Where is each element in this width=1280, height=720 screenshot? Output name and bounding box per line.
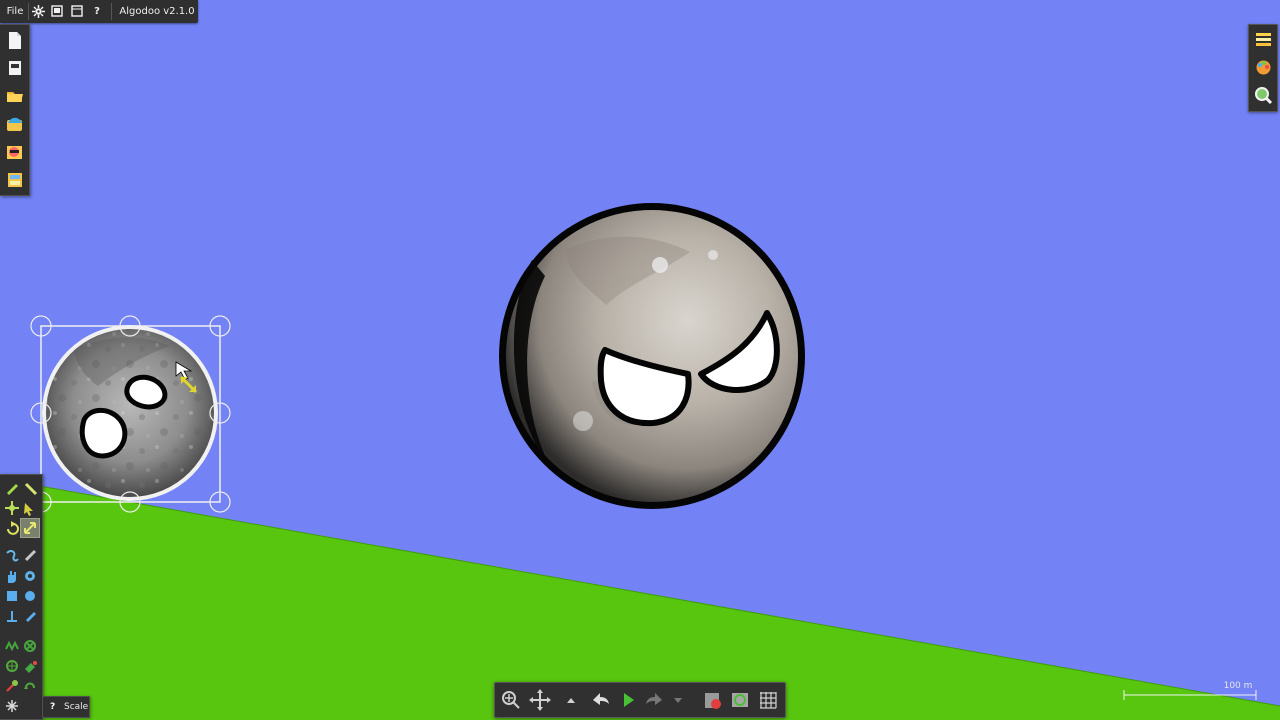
camera-follow-icon[interactable] (728, 688, 752, 712)
simulation-controls (494, 682, 786, 718)
pen-tool-icon[interactable] (21, 607, 39, 625)
scale-label: 100 m (1223, 681, 1253, 691)
up-arrow-icon[interactable] (565, 688, 577, 712)
drag-tool-icon[interactable] (21, 499, 39, 517)
thruster-tool-icon[interactable] (21, 657, 39, 675)
load-phunlet-icon[interactable] (3, 112, 26, 135)
redo-icon[interactable] (643, 688, 667, 712)
spring-tool-icon[interactable] (3, 637, 21, 655)
fixate-tool-icon[interactable] (21, 637, 39, 655)
scene-library-icon[interactable] (3, 168, 26, 191)
simulation-canvas[interactable] (0, 0, 1280, 720)
left-file-toolbar (0, 24, 30, 196)
app-title: Algodoo v2.1.0 (119, 6, 195, 17)
circle-tool-icon[interactable] (21, 587, 39, 605)
settings-icon[interactable] (31, 0, 45, 23)
hand-tool-icon[interactable] (3, 567, 21, 585)
axle-tool-icon[interactable] (3, 657, 21, 675)
pan-icon[interactable] (528, 688, 552, 712)
gear-tool-icon[interactable] (21, 567, 39, 585)
window-icon[interactable] (50, 0, 64, 23)
rotate-tool-icon[interactable] (3, 519, 21, 537)
tool-palette (0, 474, 43, 720)
algodoo-window: File ? Algodoo v2.1.0 ? Scale 100 m (0, 0, 1280, 720)
right-options-toolbar (1248, 24, 1278, 112)
file-menu[interactable]: File (3, 0, 27, 23)
small-moonball-selected[interactable] (30, 315, 231, 513)
knife-tool-icon[interactable] (21, 547, 39, 565)
grid-icon[interactable] (756, 688, 780, 712)
menu-separator (28, 3, 29, 20)
help-mark: ? (50, 702, 56, 712)
undo-icon[interactable] (588, 688, 612, 712)
open-folder-icon[interactable] (3, 84, 26, 107)
scale-tool-icon[interactable] (20, 518, 40, 538)
laser-tool-icon[interactable] (3, 677, 21, 695)
rope-tool-icon[interactable] (3, 547, 21, 565)
small-left-eye (79, 407, 128, 459)
brush-tool-icon[interactable] (21, 479, 39, 497)
help-label: Scale (64, 702, 89, 712)
zoom-icon[interactable] (499, 688, 523, 712)
new-scene-icon[interactable] (3, 29, 26, 52)
move-tool-icon[interactable] (3, 499, 21, 517)
search-icon[interactable] (1252, 84, 1275, 107)
palette-icon[interactable] (1252, 56, 1275, 79)
photo-image-icon[interactable] (3, 140, 26, 163)
large-moon-crater-bright (652, 257, 668, 273)
large-moon-crater-small (708, 250, 718, 260)
chain-tool-icon[interactable] (21, 677, 39, 695)
large-moonball[interactable] (499, 203, 805, 509)
large-moon-crater-lower (573, 411, 593, 431)
small-right-eye (124, 374, 168, 410)
sketch-tool-icon[interactable] (3, 479, 21, 497)
menu-separator (111, 3, 112, 20)
scene-window-icon[interactable] (3, 56, 26, 79)
help-menu-icon[interactable]: ? (91, 0, 103, 23)
fullscreen-icon[interactable] (70, 0, 84, 23)
layers-icon[interactable] (1252, 28, 1275, 51)
down-arrow-icon[interactable] (672, 688, 684, 712)
play-icon[interactable] (616, 688, 640, 712)
tool-help-label[interactable]: ? Scale (42, 696, 90, 718)
tracer-tool-icon[interactable] (3, 697, 21, 715)
box-tool-icon[interactable] (3, 587, 21, 605)
top-menu-bar: File ? Algodoo v2.1.0 (0, 0, 198, 23)
plane-tool-icon[interactable] (3, 607, 21, 625)
erase-scene-icon[interactable] (700, 688, 724, 712)
